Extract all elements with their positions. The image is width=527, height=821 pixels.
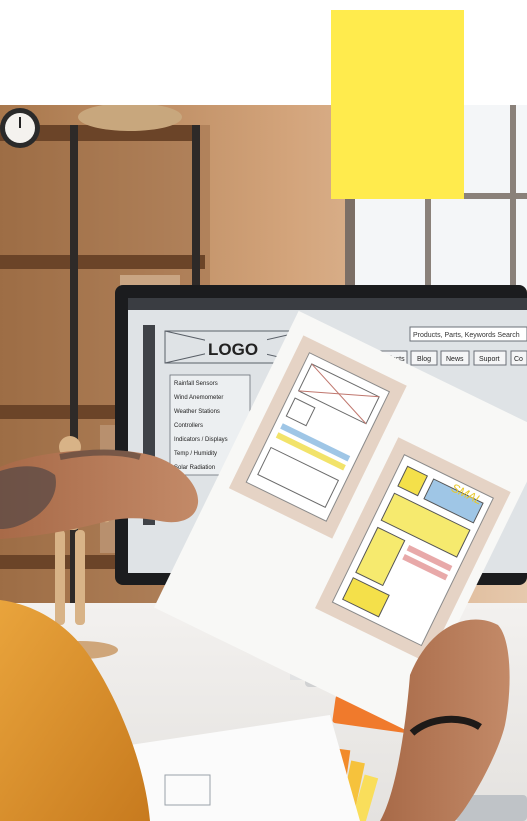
screen-nav-4: Co: [514, 356, 523, 363]
screen-sidebar-item: Wind Anemometer: [174, 395, 223, 401]
photo-scene: LOGO Products, Parts, Keywords Search Pr…: [0, 105, 527, 821]
screen-search: Products, Parts, Keywords Search: [413, 332, 520, 339]
screen-sidebar-item: Rainfall Sensors: [174, 381, 218, 387]
hero-photo: LOGO Products, Parts, Keywords Search Pr…: [0, 105, 527, 821]
screen-nav-3: Suport: [479, 356, 500, 363]
screen-sidebar-item: Controllers: [174, 423, 203, 429]
screen-sidebar-item: Indicators / Displays: [174, 437, 228, 443]
screen-logo: LOGO: [208, 340, 258, 359]
screen-sidebar-item: Solar Radiation: [174, 465, 215, 471]
screen-nav-2: News: [446, 356, 464, 363]
screen-sidebar-item: Weather Stations: [174, 409, 220, 415]
yellow-accent-block: [331, 10, 464, 199]
screen-sidebar-item: Temp / Humidity: [174, 451, 217, 457]
screen-nav-1: Blog: [417, 356, 431, 363]
clock: [0, 108, 40, 148]
